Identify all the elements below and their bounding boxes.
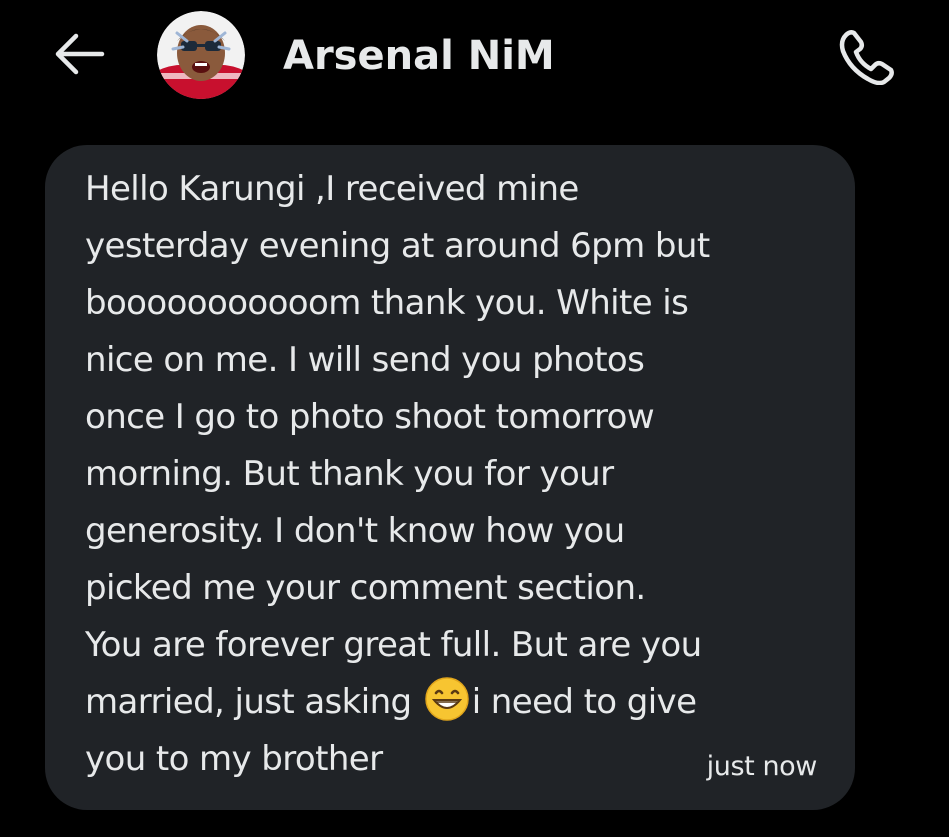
- message-timestamp: just now: [706, 751, 818, 782]
- message-line: generosity. I don't know how you: [85, 511, 625, 551]
- grinning-face-icon: [425, 677, 469, 721]
- message-line: morning. But thank you for your: [85, 454, 614, 494]
- message-fragment: i need to give: [471, 682, 697, 722]
- message-line: Hello Karungi ,I received mine: [85, 169, 579, 209]
- message-line: nice on me. I will send you photos: [85, 340, 645, 380]
- message-line: once I go to photo shoot tomorrow: [85, 397, 655, 437]
- message-line: married, just asking i need to give: [85, 674, 825, 731]
- message-bubble[interactable]: Hello Karungi ,I received mine yesterday…: [45, 145, 855, 810]
- avatar[interactable]: [157, 11, 245, 99]
- message-text: Hello Karungi ,I received mine yesterday…: [85, 161, 825, 788]
- message-line: You are forever great full. But are you: [85, 625, 702, 665]
- profile-photo: [157, 11, 245, 99]
- phone-icon: [839, 30, 894, 85]
- contact-name[interactable]: Arsenal NiM: [283, 30, 555, 82]
- message-fragment: married, just asking: [85, 682, 422, 722]
- arrow-left-icon: [55, 33, 105, 75]
- message-line: yesterday evening at around 6pm but: [85, 226, 710, 266]
- conversation-header: Arsenal NiM: [0, 0, 949, 110]
- back-button[interactable]: [50, 28, 110, 80]
- call-button[interactable]: [834, 26, 898, 86]
- message-line: booooooooooom thank you. White is: [85, 283, 689, 323]
- message-line: picked me your comment section.: [85, 568, 646, 608]
